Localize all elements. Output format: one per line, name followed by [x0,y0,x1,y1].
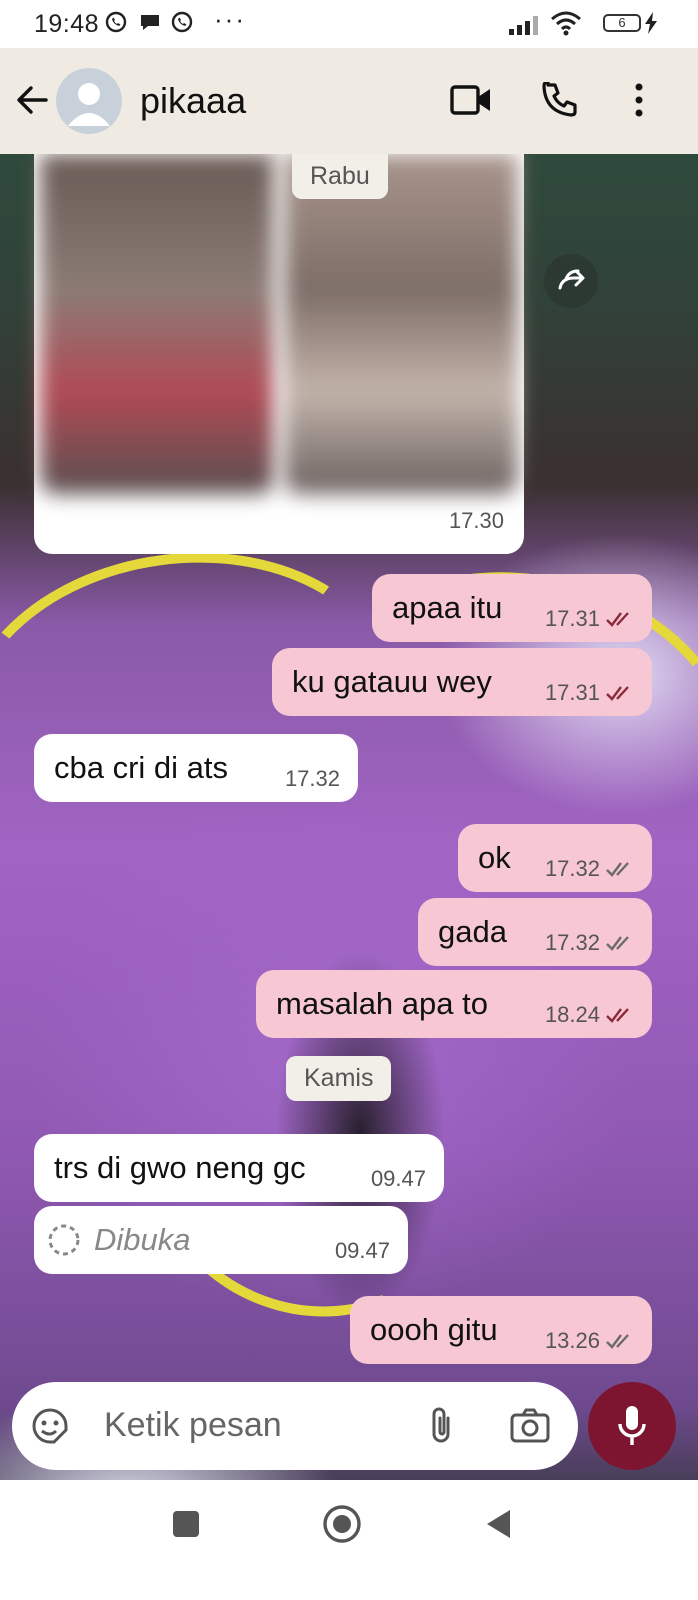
delivered-ticks-icon [606,862,629,877]
home-button-icon[interactable] [322,1504,362,1549]
message-text: ok [478,840,511,875]
message-time: 18.24 [544,1002,600,1027]
message-text: ku gatauu wey [292,664,492,699]
message-outgoing[interactable]: oooh gitu 13.26 [350,1296,652,1364]
date-chip-rabu: Rabu [292,154,388,199]
system-navigation-bar [0,1480,698,1600]
back-arrow-icon[interactable] [14,82,50,123]
message-text: cba cri di ats [54,750,229,785]
message-outgoing[interactable]: apaa itu 17.31 [372,574,652,642]
blurred-image-1[interactable] [40,154,274,494]
message-text: masalah apa to [276,986,488,1021]
media-timestamp: 17.30 [448,508,504,533]
media-album-message[interactable]: 17.30 [34,154,524,554]
camera-icon[interactable] [510,1408,550,1449]
message-time: 13.26 [544,1328,600,1353]
message-incoming[interactable]: trs di gwo neng gc 09.47 [34,1134,444,1202]
view-once-message[interactable]: Dibuka 09.47 [34,1206,408,1274]
read-ticks-icon [606,686,629,701]
back-button-icon[interactable] [484,1508,512,1545]
message-time: 17.31 [544,680,600,705]
message-text: oooh gitu [370,1312,498,1347]
chat-area[interactable]: 17.30 Rabu apaa itu 17.31 ku gatauu wey … [0,154,698,1508]
blurred-image-2[interactable] [284,154,518,494]
status-bar: 19:48 ··· 6 [0,0,698,48]
more-notifications-indicator: ··· [214,4,246,34]
signal-icon [508,12,542,43]
delivered-ticks-icon [606,936,629,951]
message-outgoing[interactable]: gada 17.32 [418,898,652,966]
battery-level: 6 [618,15,626,30]
delivered-ticks-icon [606,1334,629,1349]
forward-icon [558,269,585,290]
battery-indicator: 6 [603,14,641,32]
date-chip-kamis: Kamis [286,1056,392,1101]
message-text: Dibuka [94,1222,191,1257]
message-time: 09.47 [370,1166,426,1191]
status-time: 19:48 [34,10,100,38]
read-ticks-icon [606,612,629,627]
view-once-opened-icon [48,1224,80,1256]
contact-name[interactable]: pikaaa [140,80,246,122]
message-text: gada [438,914,507,949]
emoji-sticker-icon[interactable] [30,1406,70,1451]
message-time: 09.47 [334,1238,390,1263]
message-time: 17.32 [284,766,340,791]
recents-button-icon[interactable] [172,1510,200,1543]
read-ticks-icon [606,1008,629,1023]
whatsapp-notification-icon [104,10,128,41]
wifi-icon [550,10,582,43]
chat-header: pikaaa [0,48,698,154]
message-outgoing[interactable]: masalah apa to 18.24 [256,970,652,1038]
message-text: trs di gwo neng gc [54,1150,306,1185]
contact-avatar[interactable] [56,68,122,134]
message-text: apaa itu [392,590,503,625]
microphone-icon [618,1406,646,1445]
chat-bubble-notification-icon [138,10,162,41]
message-input[interactable]: Ketik pesan [104,1406,282,1445]
message-time: 17.31 [544,606,600,631]
voice-record-button[interactable] [588,1382,676,1470]
message-outgoing[interactable]: ku gatauu wey 17.31 [272,648,652,716]
message-outgoing[interactable]: ok 17.32 [458,824,652,892]
charging-icon [644,12,658,41]
more-options-icon[interactable] [632,82,646,123]
attachment-clip-icon[interactable] [426,1406,456,1451]
message-composer[interactable]: Ketik pesan [12,1382,578,1470]
whatsapp-notification-icon-2 [170,10,194,41]
message-time: 17.32 [544,930,600,955]
video-call-icon[interactable] [450,82,492,123]
message-time: 17.32 [544,856,600,881]
voice-call-icon[interactable] [542,80,580,125]
forward-button[interactable] [544,254,598,308]
message-incoming[interactable]: cba cri di ats 17.32 [34,734,358,802]
